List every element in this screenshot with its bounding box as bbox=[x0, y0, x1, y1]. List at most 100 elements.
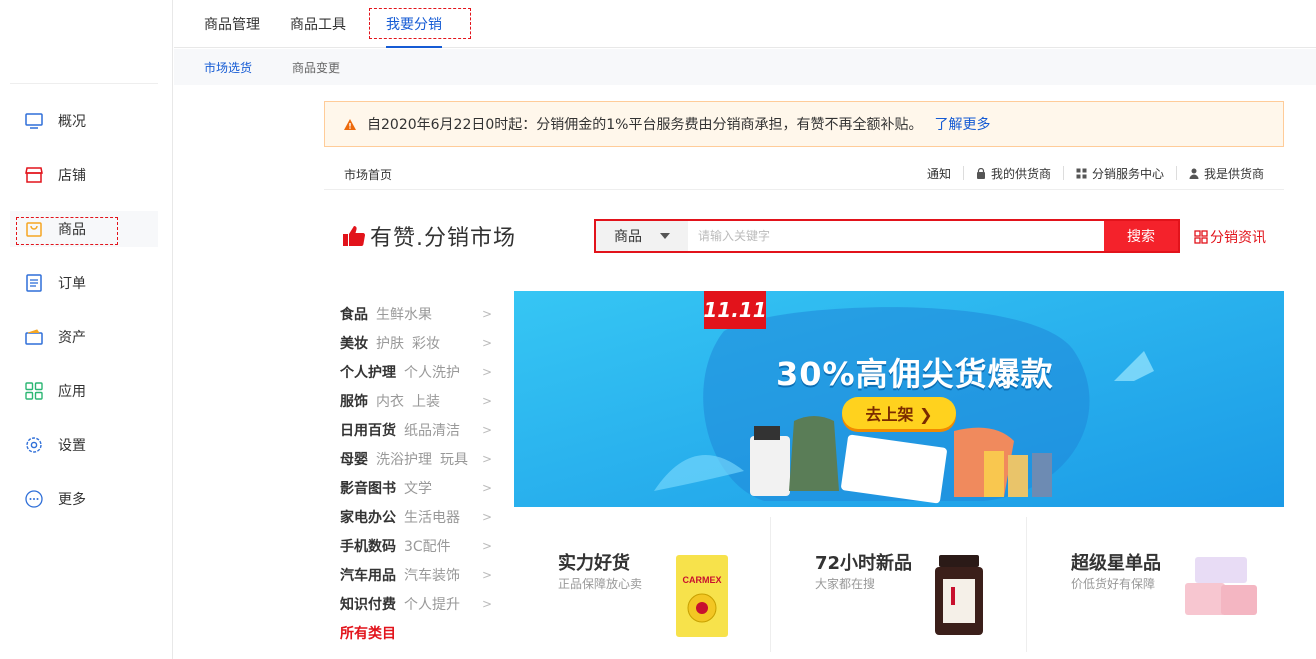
category-sub[interactable]: 汽车装饰 bbox=[404, 565, 460, 585]
warning-icon bbox=[343, 117, 357, 131]
category-sub[interactable]: 护肤 bbox=[376, 333, 404, 353]
brand-name: 有赞.分销市场 bbox=[370, 226, 516, 251]
sidebar-item-orders[interactable]: 订单 bbox=[10, 265, 158, 301]
sidebar-item-label: 应用 bbox=[58, 384, 86, 400]
category-sub[interactable]: 文学 bbox=[404, 478, 432, 498]
category-sub[interactable]: 个人提升 bbox=[404, 594, 460, 614]
category-main: 母婴 bbox=[340, 451, 368, 468]
category-main: 食品 bbox=[340, 306, 368, 323]
search-input[interactable] bbox=[688, 221, 1104, 251]
banner-list-now-button[interactable]: 去上架 ❯ bbox=[842, 397, 956, 429]
learn-more-link[interactable]: 了解更多 bbox=[934, 114, 990, 134]
category-row[interactable]: 知识付费 个人提升 > bbox=[340, 589, 500, 618]
category-row[interactable]: 个人护理 个人洗护 > bbox=[340, 357, 500, 386]
all-categories-row[interactable]: 所有类目 bbox=[340, 618, 500, 647]
chevron-right-icon: > bbox=[481, 510, 492, 524]
sidebar-item-label: 店铺 bbox=[58, 168, 86, 184]
i-am-supplier-link[interactable]: 我是供货商 bbox=[1175, 166, 1264, 181]
promo-subtitle: 大家都在搜 bbox=[815, 577, 876, 591]
tab-goods-tools[interactable]: 商品工具 bbox=[290, 0, 346, 48]
chevron-right-icon: > bbox=[481, 452, 492, 466]
apps-grid-icon bbox=[24, 381, 44, 401]
category-main: 日用百货 bbox=[340, 422, 396, 439]
sidebar-item-overview[interactable]: 概况 bbox=[10, 103, 158, 139]
more-dots-icon bbox=[24, 489, 44, 509]
category-sub[interactable]: 生鲜水果 bbox=[376, 304, 432, 324]
subtab-market-selection[interactable]: 市场选货 bbox=[204, 59, 252, 76]
category-row[interactable]: 手机数码 3C配件 > bbox=[340, 531, 500, 560]
promo-title: 实力好货 bbox=[558, 553, 630, 574]
category-main: 家电办公 bbox=[340, 509, 396, 526]
category-row[interactable]: 母婴 洗浴护理 玩具 > bbox=[340, 444, 500, 473]
category-main: 服饰 bbox=[340, 393, 368, 410]
gear-icon bbox=[24, 435, 44, 455]
sub-nav: 市场选货 商品变更 bbox=[174, 49, 1316, 85]
market-home-link[interactable]: 市场首页 bbox=[344, 166, 392, 183]
subtab-goods-changes[interactable]: 商品变更 bbox=[292, 59, 340, 76]
search-category-label: 商品 bbox=[614, 229, 642, 245]
category-row[interactable]: 服饰 内衣 上装 > bbox=[340, 386, 500, 415]
search-category-select[interactable]: 商品 bbox=[596, 221, 688, 251]
category-sub[interactable]: 上装 bbox=[412, 391, 440, 411]
my-suppliers-link[interactable]: 我的供货商 bbox=[962, 166, 1063, 181]
all-categories-link[interactable]: 所有类目 bbox=[340, 623, 396, 643]
promo-banner[interactable]: 11.11 30%高佣尖货爆款 去上架 ❯ bbox=[514, 291, 1284, 507]
promo-quality-goods[interactable]: 实力好货 正品保障放心卖 CARMEX bbox=[514, 517, 770, 652]
sidebar-item-settings[interactable]: 设置 bbox=[10, 427, 158, 463]
sidebar-item-assets[interactable]: 资产 bbox=[10, 319, 158, 355]
promo-title: 超级星单品 bbox=[1071, 553, 1161, 574]
service-icon bbox=[1076, 168, 1087, 178]
promo-new-arrivals[interactable]: 72小时新品 大家都在搜 bbox=[770, 517, 1026, 652]
distribution-news-link[interactable]: 分销资讯 bbox=[1194, 227, 1266, 247]
category-row[interactable]: 家电办公 生活电器 > bbox=[340, 502, 500, 531]
notification-link[interactable]: 通知 bbox=[915, 166, 963, 181]
category-sub[interactable]: 个人洗护 bbox=[404, 362, 460, 382]
link-label: 通知 bbox=[926, 166, 951, 181]
category-sub[interactable]: 内衣 bbox=[376, 391, 404, 411]
tab-goods-management[interactable]: 商品管理 bbox=[204, 0, 260, 48]
link-label: 我的供货商 bbox=[990, 166, 1051, 181]
user-icon bbox=[1189, 168, 1199, 179]
news-label: 分销资讯 bbox=[1210, 230, 1266, 246]
chevron-right-icon: > bbox=[481, 568, 492, 582]
search-button[interactable]: 搜索 bbox=[1104, 221, 1178, 251]
market-links: 通知 我的供货商 分销服务中心 我是供货商 bbox=[915, 166, 1264, 181]
category-sub[interactable]: 纸品清洁 bbox=[404, 420, 460, 440]
category-sub[interactable]: 生活电器 bbox=[404, 507, 460, 527]
link-label: 我是供货商 bbox=[1203, 166, 1264, 181]
chevron-right-icon: > bbox=[481, 307, 492, 321]
sidebar-item-label: 概况 bbox=[58, 114, 86, 130]
notice-banner: 自2020年6月22日0时起：分销佣金的1%平台服务费由分销商承担，有赞不再全额… bbox=[324, 101, 1284, 147]
service-center-link[interactable]: 分销服务中心 bbox=[1062, 166, 1176, 181]
store-icon bbox=[24, 165, 44, 185]
category-row[interactable]: 食品 生鲜水果 > bbox=[340, 299, 500, 328]
category-row[interactable]: 影音图书 文学 > bbox=[340, 473, 500, 502]
category-main: 汽车用品 bbox=[340, 567, 396, 584]
category-sub[interactable]: 彩妆 bbox=[412, 333, 440, 353]
app-root: 概况 店铺 商品 订单 资产 应用 设置 更多 商品管理 商品工具 我要分销 市… bbox=[0, 0, 1316, 659]
promo-super-star[interactable]: 超级星单品 价低货好有保障 bbox=[1026, 517, 1282, 652]
tab-label: 商品工具 bbox=[290, 16, 346, 33]
category-row[interactable]: 汽车用品 汽车装饰 > bbox=[340, 560, 500, 589]
tab-distribution[interactable]: 我要分销 bbox=[369, 0, 471, 48]
category-sub[interactable]: 洗浴护理 bbox=[376, 449, 432, 469]
sidebar-item-goods[interactable]: 商品 bbox=[10, 211, 158, 247]
sidebar-item-store[interactable]: 店铺 bbox=[10, 157, 158, 193]
monitor-icon bbox=[24, 111, 44, 131]
category-main: 知识付费 bbox=[340, 596, 396, 613]
chevron-right-icon: > bbox=[481, 539, 492, 553]
double-eleven-badge: 11.11 bbox=[703, 291, 767, 329]
category-sub[interactable]: 3C配件 bbox=[404, 536, 451, 556]
promo-subtitle: 价低货好有保障 bbox=[1071, 577, 1156, 591]
sidebar-item-label: 更多 bbox=[58, 492, 86, 508]
category-row[interactable]: 美妆 护肤 彩妆 > bbox=[340, 328, 500, 357]
sidebar-item-apps[interactable]: 应用 bbox=[10, 373, 158, 409]
news-grid-icon bbox=[1194, 230, 1208, 244]
chevron-right-icon: > bbox=[481, 597, 492, 611]
category-sub[interactable]: 玩具 bbox=[440, 449, 468, 469]
sidebar-item-label: 设置 bbox=[58, 438, 86, 454]
category-row[interactable]: 日用百货 纸品清洁 > bbox=[340, 415, 500, 444]
highlight-box bbox=[369, 7, 471, 39]
sidebar-item-more[interactable]: 更多 bbox=[10, 481, 158, 517]
market-brand-logo[interactable]: 有赞.分销市场 bbox=[342, 220, 516, 252]
